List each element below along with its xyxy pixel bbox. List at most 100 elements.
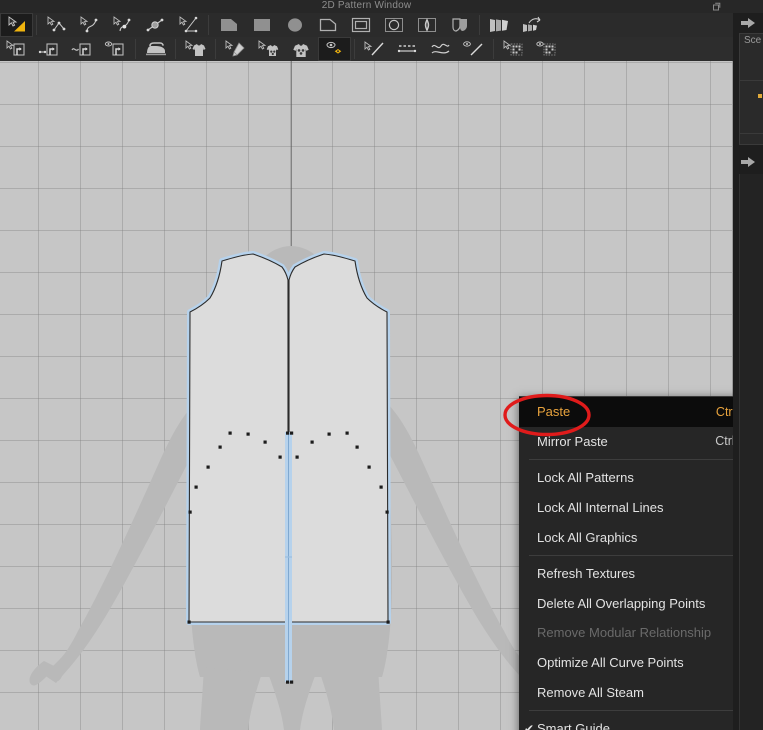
internal-polygon-tool[interactable]	[311, 13, 344, 37]
toolbar-divider	[479, 15, 480, 35]
edit-curve-point-tool[interactable]	[40, 13, 73, 37]
line-segment-tool[interactable]	[391, 37, 424, 61]
dart-tool[interactable]	[410, 13, 443, 37]
toolbar-row-1	[0, 13, 733, 38]
toolbar-row-2	[0, 37, 733, 62]
rectangle-outline-icon	[351, 17, 370, 33]
page-title: 2D Pattern Window	[321, 0, 412, 11]
menu-separator	[529, 709, 755, 711]
scene-panel-row-divider	[740, 80, 763, 81]
menu-item-refresh-textures[interactable]: Refresh TexturesF5	[519, 559, 763, 589]
circle-tool[interactable]	[278, 13, 311, 37]
menu-item-lock-all-patterns[interactable]: Lock All Patterns	[519, 463, 763, 493]
move-point-tool[interactable]	[139, 13, 172, 37]
view-qr-tool[interactable]	[530, 37, 563, 61]
steam-tool[interactable]	[139, 37, 172, 61]
iron-icon	[145, 42, 166, 56]
toolbar-group-texture	[179, 37, 212, 61]
transform-graphic-tool[interactable]	[252, 37, 285, 61]
view-button-tool[interactable]	[318, 37, 351, 61]
menu-item-label: Remove All Steam	[537, 684, 644, 700]
eye-qr-icon	[535, 41, 555, 56]
polygon-tool[interactable]	[212, 13, 245, 37]
dart-icon	[417, 18, 436, 32]
view-sewing-tool[interactable]	[99, 37, 132, 61]
right-dock: Sce	[733, 0, 763, 730]
cursor-polyline-icon	[47, 16, 65, 32]
menu-item-paste[interactable]: PasteCtrl+V	[519, 397, 763, 427]
cursor-graphic-shirt-icon	[258, 40, 278, 56]
toolbar-divider	[215, 39, 216, 59]
toolbar-divider	[135, 39, 136, 59]
restore-window-icon[interactable]	[712, 2, 721, 11]
circle-filled-icon	[287, 18, 302, 32]
menu-separator	[529, 459, 755, 461]
toolbar-group-sewing	[0, 37, 132, 61]
menu-item-mirror-paste[interactable]: Mirror PasteCtrl+R	[519, 427, 763, 457]
pleat-fold-icon	[522, 16, 540, 32]
edit-sewing-tool[interactable]	[0, 37, 33, 61]
window-titlebar: 2D Pattern Window	[0, 0, 733, 13]
scene-panel[interactable]: Sce	[739, 33, 763, 145]
add-point-split-line-tool[interactable]	[106, 13, 139, 37]
scene-panel-row-divider	[740, 133, 763, 134]
graphic-shirt-icon	[292, 44, 309, 57]
menu-item-delete-all-overlapping-points[interactable]: Delete All Overlapping Points	[519, 589, 763, 619]
segment-sewing-tool[interactable]	[33, 37, 66, 61]
menu-item-remove-all-steam[interactable]: Remove All Steam	[519, 677, 763, 707]
wave-line-icon	[430, 43, 450, 54]
pleat-tool[interactable]	[483, 13, 516, 37]
cursor-point-on-curve-icon	[113, 16, 130, 32]
edit-qr-tool[interactable]	[497, 37, 530, 61]
menu-item-label: Lock All Internal Lines	[537, 500, 664, 516]
toolbar-divider	[175, 39, 176, 59]
trace-tool[interactable]	[443, 13, 476, 37]
menu-item-lock-all-internal-lines[interactable]: Lock All Internal Lines	[519, 493, 763, 523]
fold-arrange-tool[interactable]	[172, 13, 205, 37]
point-move-icon	[146, 18, 163, 32]
view-baseline-tool[interactable]	[457, 37, 490, 61]
rectangle-tool[interactable]	[245, 13, 278, 37]
toolbar-divider	[354, 39, 355, 59]
toolbar-group-transform	[0, 13, 33, 37]
adjust-print-tool[interactable]	[219, 37, 252, 61]
curve-baseline-tool[interactable]	[424, 37, 457, 61]
dashed-line-icon	[397, 45, 416, 53]
free-sewing-icon	[70, 43, 91, 56]
toolbar-divider	[208, 15, 209, 35]
arrow-right-icon	[741, 18, 755, 28]
dock-expand-button-bottom[interactable]	[733, 152, 763, 172]
cursor-qr-icon	[503, 40, 522, 56]
menu-item-optimize-all-curve-points[interactable]: Optimize All Curve Points	[519, 648, 763, 678]
circle-outline-icon	[384, 18, 403, 32]
toolbar-group-steam	[139, 37, 172, 61]
context-menu[interactable]: PasteCtrl+VMirror PasteCtrl+R Lock All Pa…	[519, 396, 763, 730]
edit-curvature-tool[interactable]	[73, 13, 106, 37]
menu-item-label: Smart Guide	[537, 721, 610, 730]
menu-item-lock-all-graphics[interactable]: Lock All Graphics	[519, 522, 763, 552]
free-sewing-tool[interactable]	[66, 37, 99, 61]
menu-item-label: Lock All Patterns	[537, 470, 634, 486]
edit-graphic-tool[interactable]	[285, 37, 318, 61]
menu-separator	[529, 554, 755, 556]
menu-item-label: Paste	[537, 404, 571, 420]
cursor-yellow-triangle-icon	[8, 16, 25, 32]
menu-item-remove-modular-relationship: Remove Modular Relationship	[519, 618, 763, 648]
edit-texture-tool[interactable]	[179, 37, 212, 61]
pleat-panels-icon	[489, 19, 508, 32]
fold-pleat-tool[interactable]	[516, 13, 549, 37]
menu-item-label: Remove Modular Relationship	[537, 625, 712, 641]
internal-rectangle-tool[interactable]	[344, 13, 377, 37]
edit-pattern-tool[interactable]	[0, 13, 33, 37]
edit-baseline-tool[interactable]	[358, 37, 391, 61]
dock-lower-panel[interactable]	[739, 174, 763, 730]
segment-sewing-icon	[38, 43, 58, 56]
internal-circle-tool[interactable]	[377, 13, 410, 37]
menu-item-smart-guide[interactable]: ✔ Smart Guide	[519, 714, 763, 730]
eye-sewing-icon	[104, 41, 124, 56]
menu-item-label: Lock All Graphics	[537, 529, 638, 545]
toolbar-group-baseline	[358, 37, 490, 61]
polygon-filled-icon	[220, 19, 237, 31]
dock-expand-button-top[interactable]	[733, 13, 763, 33]
menu-item-label: Optimize All Curve Points	[537, 655, 684, 671]
